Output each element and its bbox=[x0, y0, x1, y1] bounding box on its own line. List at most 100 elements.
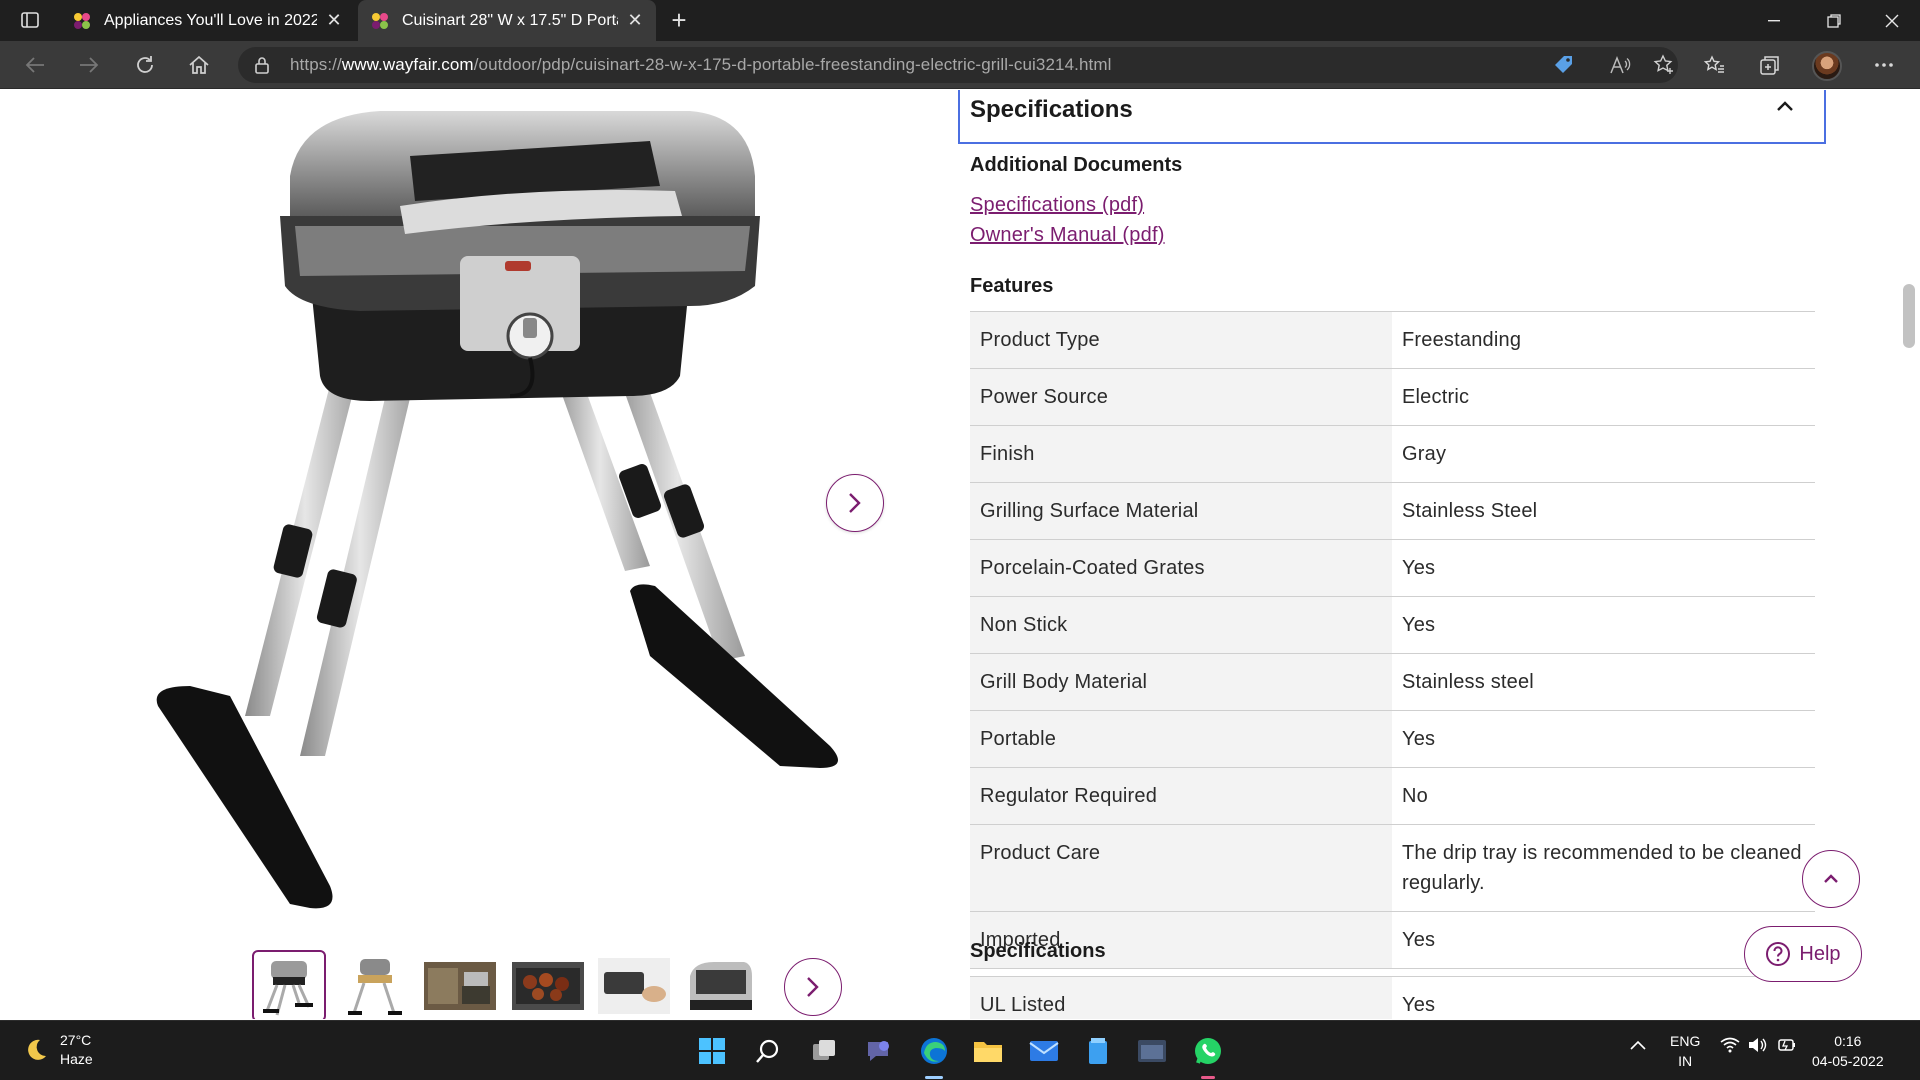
start-icon[interactable] bbox=[692, 1031, 732, 1071]
add-favorite-icon[interactable] bbox=[1652, 53, 1676, 77]
spec-label: Power Source bbox=[970, 368, 1392, 426]
more-options-icon[interactable] bbox=[1866, 49, 1902, 81]
web-page: Specifications Additional Documents Spec… bbox=[0, 90, 1920, 1019]
search-icon[interactable] bbox=[748, 1031, 788, 1071]
table-row: UL Listed Yes bbox=[970, 976, 1815, 1019]
product-image bbox=[156, 111, 838, 909]
close-tab-icon[interactable]: ✕ bbox=[626, 10, 644, 31]
tab-actions-icon[interactable] bbox=[14, 8, 46, 32]
features-table: Product Type Freestanding Power Source Elec… bbox=[970, 311, 1815, 969]
spec-value: Yes bbox=[1392, 596, 1815, 654]
language-indicator[interactable]: ENG IN bbox=[1670, 1031, 1700, 1071]
notification-indicator bbox=[1201, 1076, 1215, 1079]
read-aloud-icon[interactable] bbox=[1608, 53, 1632, 77]
notepad-icon[interactable] bbox=[1078, 1031, 1118, 1071]
spec-label: Portable bbox=[970, 710, 1392, 768]
spec-label: Non Stick bbox=[970, 596, 1392, 654]
back-to-top-button[interactable] bbox=[1802, 850, 1860, 908]
close-tab-icon[interactable]: ✕ bbox=[325, 10, 343, 31]
wayfair-favicon-icon bbox=[74, 12, 90, 29]
tab-appliances[interactable]: Appliances You'll Love in 2022 | W ✕ bbox=[60, 0, 355, 41]
browser-tab-bar: Appliances You'll Love in 2022 | W ✕ Cui… bbox=[0, 0, 1920, 41]
page-scrollbar[interactable] bbox=[1900, 90, 1920, 1019]
owners-manual-pdf-link[interactable]: Owner's Manual (pdf) bbox=[970, 224, 1165, 247]
table-row: Non Stick Yes bbox=[970, 596, 1815, 654]
new-tab-icon[interactable]: + bbox=[664, 6, 694, 36]
clock-date: 04-05-2022 bbox=[1812, 1053, 1884, 1069]
spec-value: Yes bbox=[1392, 539, 1815, 597]
table-row: Regulator Required No bbox=[970, 767, 1815, 825]
thumbnail-6[interactable] bbox=[684, 954, 756, 1018]
tab-title: Appliances You'll Love in 2022 | W bbox=[104, 11, 317, 29]
scrollbar-thumb[interactable] bbox=[1903, 284, 1915, 348]
image-next-button[interactable] bbox=[826, 474, 884, 532]
thumbnail-next-button[interactable] bbox=[784, 958, 842, 1016]
tab-cuisinart[interactable]: Cuisinart 28" W x 17.5" D Portab ✕ bbox=[358, 0, 656, 41]
spec-label: Product Type bbox=[970, 311, 1392, 369]
mail-icon[interactable] bbox=[1024, 1031, 1064, 1071]
thumbnail-strip bbox=[250, 948, 850, 1019]
refresh-icon[interactable] bbox=[128, 49, 162, 81]
chevron-right-icon bbox=[849, 493, 861, 513]
help-label: Help bbox=[1799, 942, 1841, 965]
minimize-icon[interactable] bbox=[1746, 0, 1802, 41]
close-window-icon[interactable] bbox=[1864, 0, 1920, 41]
weather-widget[interactable]: 27°C Haze bbox=[22, 1031, 93, 1069]
battery-icon[interactable] bbox=[1778, 1037, 1798, 1056]
back-icon[interactable] bbox=[18, 49, 52, 81]
favorites-icon[interactable] bbox=[1696, 49, 1732, 81]
forward-icon[interactable] bbox=[72, 49, 106, 81]
spec-value: Electric bbox=[1392, 368, 1815, 426]
thumbnail-5[interactable] bbox=[598, 954, 670, 1018]
spec-label: Grilling Surface Material bbox=[970, 482, 1392, 540]
edge-browser-icon[interactable] bbox=[914, 1031, 954, 1071]
wayfair-favicon-icon bbox=[372, 12, 388, 29]
chevron-up-icon[interactable] bbox=[1630, 1037, 1646, 1053]
windows-taskbar: 27°C Haze ENG IN 0:16 04-05-2022 bbox=[0, 1020, 1920, 1080]
spec-value: Gray bbox=[1392, 425, 1815, 483]
table-row: Product Type Freestanding bbox=[970, 311, 1815, 369]
table-row: Product Care The drip tray is recommended… bbox=[970, 824, 1815, 912]
spec-value: Stainless Steel bbox=[1392, 482, 1815, 540]
url-path: /outdoor/pdp/cuisinart-28-w-x-175-d-port… bbox=[473, 55, 1112, 74]
spec-value: No bbox=[1392, 767, 1815, 825]
chevron-right-icon bbox=[807, 977, 819, 997]
thumbnail-4[interactable] bbox=[512, 954, 584, 1018]
profile-avatar[interactable] bbox=[1812, 51, 1842, 81]
url-host: www.wayfair.com bbox=[341, 55, 474, 74]
spec-label: Porcelain-Coated Grates bbox=[970, 539, 1392, 597]
spec-label: UL Listed bbox=[970, 976, 1392, 1019]
volume-icon[interactable] bbox=[1748, 1037, 1768, 1056]
app-window-icon[interactable] bbox=[1132, 1031, 1172, 1071]
temperature-text: 27°C bbox=[60, 1032, 92, 1048]
whatsapp-icon[interactable] bbox=[1188, 1031, 1228, 1071]
active-app-indicator bbox=[925, 1076, 943, 1079]
chevron-up-icon[interactable] bbox=[1776, 100, 1794, 112]
spec-value: Freestanding bbox=[1392, 311, 1815, 369]
address-bar[interactable]: https://www.wayfair.com/outdoor/pdp/cuis… bbox=[238, 47, 1678, 83]
collections-icon[interactable] bbox=[1752, 49, 1788, 81]
task-view-icon[interactable] bbox=[804, 1031, 844, 1071]
table-row: Finish Gray bbox=[970, 425, 1815, 483]
restore-icon[interactable] bbox=[1806, 0, 1862, 41]
system-clock[interactable]: 0:16 04-05-2022 bbox=[1812, 1031, 1884, 1071]
price-tag-icon[interactable] bbox=[1552, 53, 1576, 77]
specifications-heading: Specifications bbox=[970, 940, 1106, 962]
table-row: Grill Body Material Stainless steel bbox=[970, 653, 1815, 711]
thumbnail-1[interactable] bbox=[252, 950, 326, 1019]
help-button[interactable]: Help bbox=[1744, 926, 1862, 982]
moon-icon bbox=[28, 1039, 46, 1060]
table-row: Porcelain-Coated Grates Yes bbox=[970, 539, 1815, 597]
teams-chat-icon[interactable] bbox=[858, 1031, 898, 1071]
home-icon[interactable] bbox=[182, 49, 216, 81]
file-explorer-icon[interactable] bbox=[968, 1031, 1008, 1071]
wifi-icon[interactable] bbox=[1720, 1037, 1740, 1056]
spec-value: Yes bbox=[1392, 976, 1815, 1019]
specifications-panel-title: Specifications bbox=[970, 96, 1133, 123]
thumbnail-3[interactable] bbox=[424, 954, 496, 1018]
specifications-accordion-header[interactable]: Specifications bbox=[958, 90, 1826, 144]
features-heading: Features bbox=[970, 275, 1054, 297]
thumbnail-2[interactable] bbox=[338, 954, 410, 1018]
spec-value: Stainless steel bbox=[1392, 653, 1815, 711]
specifications-pdf-link[interactable]: Specifications (pdf) bbox=[970, 194, 1144, 217]
